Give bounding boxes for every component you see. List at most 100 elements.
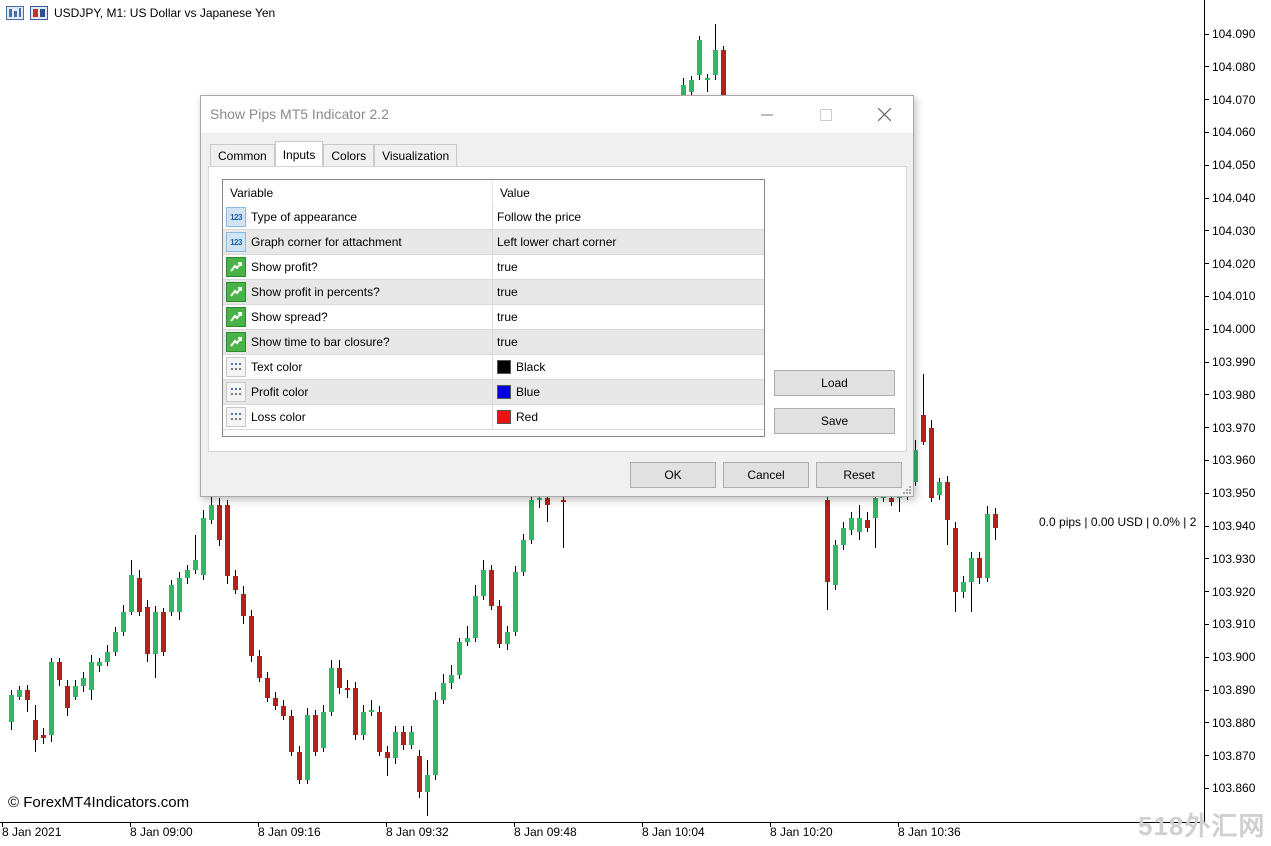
value-cell[interactable]: true — [493, 305, 764, 329]
grid-row[interactable]: Text color Black — [223, 355, 764, 380]
candle — [713, 24, 718, 80]
grid-row[interactable]: Show spread? true — [223, 305, 764, 330]
price-tick-label: 104.030 — [1205, 224, 1255, 238]
candle — [409, 726, 414, 749]
grid-row[interactable]: 123 Type of appearance Follow the price — [223, 205, 764, 230]
price-tick-label: 104.000 — [1205, 322, 1255, 336]
inputs-grid[interactable]: Variable Value 123 Type of appearance Foll… — [222, 179, 765, 437]
tick-mark — [258, 823, 259, 827]
price-tick-text: 104.080 — [1212, 59, 1256, 74]
candle — [385, 746, 390, 776]
value-cell[interactable]: true — [493, 280, 764, 304]
candle — [873, 492, 878, 548]
candle — [545, 494, 550, 522]
candle — [425, 760, 430, 816]
price-tick-text: 104.030 — [1212, 223, 1256, 238]
tick-mark — [1205, 394, 1209, 396]
tick-mark — [770, 823, 771, 827]
site-watermark: 518外汇网 — [1138, 811, 1266, 841]
price-tick-text: 103.930 — [1212, 551, 1256, 566]
dialog-title: Show Pips MT5 Indicator 2.2 — [210, 106, 389, 122]
time-tick-text: 8 Jan 10:36 — [898, 825, 961, 839]
column-header-value[interactable]: Value — [493, 180, 764, 205]
color-swatch[interactable] — [497, 410, 511, 424]
candle — [113, 627, 118, 656]
tab-inputs[interactable]: Inputs — [274, 141, 324, 167]
price-tick-label: 103.890 — [1205, 683, 1255, 697]
tab-common[interactable]: Common — [210, 144, 275, 166]
variable-value: Red — [516, 410, 539, 424]
grid-row[interactable]: Show time to bar closure? true — [223, 330, 764, 355]
column-header-variable[interactable]: Variable — [223, 180, 493, 205]
pips-readout: 0.0 pips | 0.00 USD | 0.0% | 2 — [1039, 515, 1197, 529]
time-tick-text: 8 Jan 09:00 — [130, 825, 193, 839]
price-tick-label: 103.870 — [1205, 749, 1255, 763]
minimize-button[interactable] — [738, 96, 796, 133]
cancel-button[interactable]: Cancel — [723, 462, 809, 488]
grid-row[interactable]: 123 Graph corner for attachment Left lower… — [223, 230, 764, 255]
tick-mark — [1205, 591, 1209, 593]
value-cell[interactable]: Blue — [493, 380, 764, 404]
tick-mark — [1205, 263, 1209, 265]
tick-mark — [1205, 755, 1209, 757]
time-tick-text: 8 Jan 10:20 — [770, 825, 833, 839]
price-tick-label: 103.920 — [1205, 585, 1255, 599]
price-tick-text: 103.900 — [1212, 650, 1256, 665]
candle — [465, 626, 470, 646]
load-button[interactable]: Load — [774, 370, 895, 396]
candle — [697, 36, 702, 80]
price-tick-label: 103.950 — [1205, 486, 1255, 500]
variable-name: Text color — [251, 360, 303, 374]
value-cell[interactable]: Follow the price — [493, 205, 764, 229]
color-swatch[interactable] — [497, 360, 511, 374]
candle — [985, 506, 990, 582]
candle — [841, 522, 846, 550]
price-tick-label: 103.880 — [1205, 716, 1255, 730]
grid-row[interactable]: Profit color Blue — [223, 380, 764, 405]
tick-mark — [1205, 525, 1209, 527]
candle — [393, 726, 398, 764]
variable-value: true — [497, 285, 518, 299]
boolean-icon — [226, 282, 246, 302]
price-tick-label: 103.860 — [1205, 781, 1255, 795]
candle — [17, 686, 22, 700]
resize-grip-icon[interactable] — [901, 484, 911, 494]
value-cell[interactable]: Red — [493, 405, 764, 429]
candle — [345, 680, 350, 698]
grid-header: Variable Value — [223, 180, 764, 205]
variable-name: Type of appearance — [251, 210, 358, 224]
time-tick-label: 8 Jan 10:04 — [640, 823, 705, 839]
tab-visualization[interactable]: Visualization — [374, 144, 458, 166]
candle — [121, 605, 126, 636]
grid-row[interactable]: Show profit in percents? true — [223, 280, 764, 305]
price-tick-label: 103.980 — [1205, 388, 1255, 402]
tab-colors[interactable]: Colors — [323, 144, 375, 166]
value-cell[interactable]: true — [493, 255, 764, 279]
variable-value: true — [497, 335, 518, 349]
close-button[interactable] — [855, 96, 913, 133]
color-icon — [226, 407, 246, 427]
price-tick-label: 104.080 — [1205, 60, 1255, 74]
price-tick-label: 103.930 — [1205, 552, 1255, 566]
price-tick-label: 104.020 — [1205, 257, 1255, 271]
inputs-panel: Variable Value 123 Type of appearance Foll… — [208, 166, 907, 452]
value-cell[interactable]: Black — [493, 355, 764, 379]
grid-row[interactable]: Loss color Red — [223, 405, 764, 430]
minimize-icon — [761, 114, 773, 115]
ok-button[interactable]: OK — [630, 462, 716, 488]
candle — [25, 685, 30, 712]
save-button[interactable]: Save — [774, 408, 895, 434]
candle — [473, 585, 478, 642]
variable-value: true — [497, 310, 518, 324]
candle — [865, 512, 870, 532]
color-swatch[interactable] — [497, 385, 511, 399]
candle — [721, 46, 726, 96]
price-tick-text: 104.060 — [1212, 125, 1256, 140]
value-cell[interactable]: Left lower chart corner — [493, 230, 764, 254]
reset-button[interactable]: Reset — [816, 462, 902, 488]
grid-row[interactable]: Show profit? true — [223, 255, 764, 280]
value-cell[interactable]: true — [493, 330, 764, 354]
price-tick-text: 104.020 — [1212, 256, 1256, 271]
price-tick-text: 103.910 — [1212, 617, 1256, 632]
dialog-titlebar[interactable]: Show Pips MT5 Indicator 2.2 — [201, 96, 913, 133]
